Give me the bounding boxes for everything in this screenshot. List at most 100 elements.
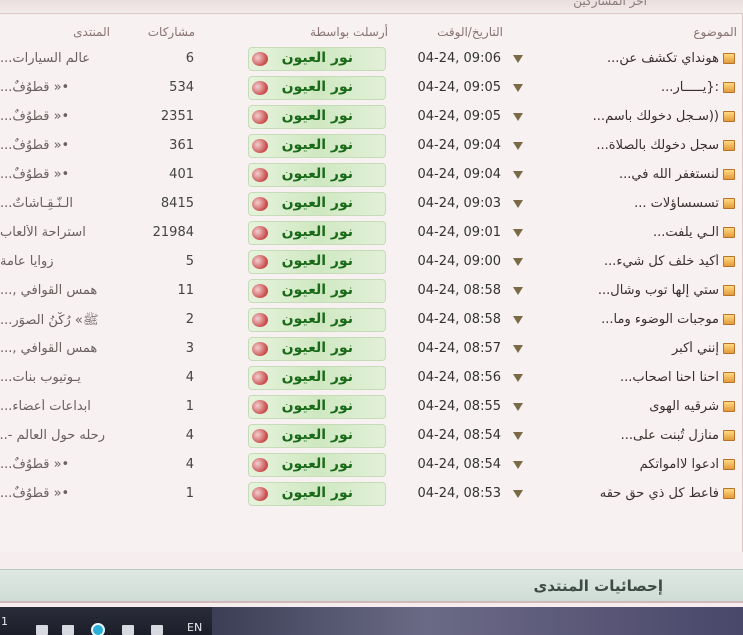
forum-link[interactable]: •« قطوُفٌ... (0, 138, 105, 153)
triangle-down-icon[interactable] (513, 316, 523, 324)
sender-badge[interactable]: نور العيون (248, 337, 386, 361)
triangle-down-icon[interactable] (513, 432, 523, 440)
sender-name[interactable]: نور العيون (282, 311, 353, 327)
taskbar-tray-icon[interactable] (36, 625, 48, 635)
topic-link[interactable]: تسسساؤلات ... (549, 196, 719, 211)
post-datetime: 04-24, 09:01 (417, 225, 501, 240)
sender-name[interactable]: نور العيون (282, 485, 353, 501)
sender-name[interactable]: نور العيون (282, 108, 353, 124)
sender-badge[interactable]: نور العيون (248, 47, 386, 71)
topic-link[interactable]: أكيد خلف كل شيء... (549, 254, 719, 269)
sender-name[interactable]: نور العيون (282, 137, 353, 153)
battery-icon[interactable] (151, 625, 163, 635)
sender-name[interactable]: نور العيون (282, 282, 353, 298)
sender-name[interactable]: نور العيون (282, 166, 353, 182)
triangle-down-icon[interactable] (513, 461, 523, 469)
topic-link[interactable]: :{يـــــآر... (549, 80, 719, 95)
sender-name[interactable]: نور العيون (282, 195, 353, 211)
taskbar-network-icon[interactable] (62, 625, 74, 635)
col-header-forum[interactable]: المنتدى (73, 25, 110, 39)
sender-badge[interactable]: نور العيون (248, 163, 386, 187)
sender-badge[interactable]: نور العيون (248, 250, 386, 274)
forum-link[interactable]: الـنّـقِـآشآتٌ... (0, 196, 105, 211)
topic-link[interactable]: فأعط كل ذي حق حقه (549, 486, 719, 501)
sender-badge[interactable]: نور العيون (248, 366, 386, 390)
forum-link[interactable]: همس القوافي ,... (0, 341, 105, 356)
folder-icon (723, 53, 735, 64)
topic-link[interactable]: ادعوا لاامواتكم (549, 457, 719, 472)
topic-link[interactable]: منازل تُبنت على... (549, 428, 719, 443)
sender-badge[interactable]: نور العيون (248, 76, 386, 100)
topic-link[interactable]: هونداي تكشف عن... (549, 51, 719, 66)
topic-link[interactable]: سجل دخولك بالصلاة... (549, 138, 719, 153)
volume-icon[interactable] (122, 625, 134, 635)
sender-badge[interactable]: نور العيون (248, 453, 386, 477)
triangle-down-icon[interactable] (513, 287, 523, 295)
topic-link[interactable]: شرقيه الهوى (549, 399, 719, 414)
forum-link[interactable]: رحله حول العالم -... (0, 428, 105, 443)
triangle-down-icon[interactable] (513, 200, 523, 208)
triangle-down-icon[interactable] (513, 258, 523, 266)
forum-link[interactable]: •« قطوُفٌ... (0, 109, 105, 124)
col-header-topic[interactable]: الموضوع (693, 25, 737, 39)
security-shield-icon[interactable] (91, 623, 105, 635)
sender-badge[interactable]: نور العيون (248, 221, 386, 245)
triangle-down-icon[interactable] (513, 403, 523, 411)
forum-link[interactable]: ﷺ» رُكْنُ الصوَر... (0, 312, 105, 331)
triangle-down-icon[interactable] (513, 55, 523, 63)
forum-link[interactable]: عالم السيارات... (0, 51, 105, 66)
topic-link[interactable]: موجبات الوضوء وما... (549, 312, 719, 327)
forum-link[interactable]: استراحة الألعاب (0, 225, 105, 240)
topic-link[interactable]: ((سـجل دخولك بأسم... (549, 109, 719, 124)
sender-badge[interactable]: نور العيون (248, 134, 386, 158)
sender-name[interactable]: نور العيون (282, 427, 353, 443)
forum-stats-title: إحصائيات المنتدى (533, 577, 663, 595)
sender-name[interactable]: نور العيون (282, 340, 353, 356)
triangle-down-icon[interactable] (513, 345, 523, 353)
sender-badge[interactable]: نور العيون (248, 308, 386, 332)
forum-link[interactable]: •« قطوُفٌ... (0, 486, 105, 501)
sender-name[interactable]: نور العيون (282, 398, 353, 414)
post-count: 2351 (160, 109, 194, 124)
post-count: 6 (185, 51, 194, 66)
col-header-posts[interactable]: مشاركات (148, 25, 195, 39)
topic-link[interactable]: الـي يلفت... (549, 225, 719, 240)
sender-name[interactable]: نور العيون (282, 224, 353, 240)
triangle-down-icon[interactable] (513, 84, 523, 92)
topic-link[interactable]: إنني أكبر (549, 341, 719, 356)
forum-link[interactable]: •« قطوُفٌ... (0, 167, 105, 182)
topic-link[interactable]: ستي إلها توب وشال... (549, 283, 719, 298)
language-indicator[interactable]: EN (187, 621, 202, 634)
post-datetime: 04-24, 08:58 (417, 312, 501, 327)
forum-link[interactable]: همس القوافي ,... (0, 283, 105, 298)
triangle-down-icon[interactable] (513, 113, 523, 121)
sender-name[interactable]: نور العيون (282, 79, 353, 95)
col-header-date[interactable]: التاريخ/الوقت (437, 25, 503, 39)
triangle-down-icon[interactable] (513, 490, 523, 498)
triangle-down-icon[interactable] (513, 142, 523, 150)
triangle-down-icon[interactable] (513, 229, 523, 237)
sender-badge[interactable]: نور العيون (248, 424, 386, 448)
col-header-sender[interactable]: أرسلت بواسطة (310, 25, 388, 39)
sender-badge[interactable]: نور العيون (248, 105, 386, 129)
forum-link[interactable]: •« قطوُفٌ... (0, 80, 105, 95)
forum-link[interactable]: يـوتيوب بنات... (0, 370, 105, 385)
topic-link[interactable]: لنستغفر الله في... (549, 167, 719, 182)
sender-name[interactable]: نور العيون (282, 50, 353, 66)
triangle-down-icon[interactable] (513, 171, 523, 179)
forum-link[interactable]: ابداعات أعضاء... (0, 399, 105, 414)
flag-icon (252, 429, 268, 443)
sender-badge[interactable]: نور العيون (248, 395, 386, 419)
triangle-down-icon[interactable] (513, 374, 523, 382)
sender-name[interactable]: نور العيون (282, 253, 353, 269)
flag-icon (252, 168, 268, 182)
sender-name[interactable]: نور العيون (282, 456, 353, 472)
sender-badge[interactable]: نور العيون (248, 192, 386, 216)
forum-link[interactable]: •« قطوُفٌ... (0, 457, 105, 472)
sender-badge[interactable]: نور العيون (248, 279, 386, 303)
table-row: الـي يلفت... 04-24, 09:01 نور العيون 21984 ا… (0, 218, 743, 247)
sender-badge[interactable]: نور العيون (248, 482, 386, 506)
sender-name[interactable]: نور العيون (282, 369, 353, 385)
topic-link[interactable]: احنا احنا اصحاب... (549, 370, 719, 385)
forum-link[interactable]: زوايا عامة (0, 254, 105, 269)
